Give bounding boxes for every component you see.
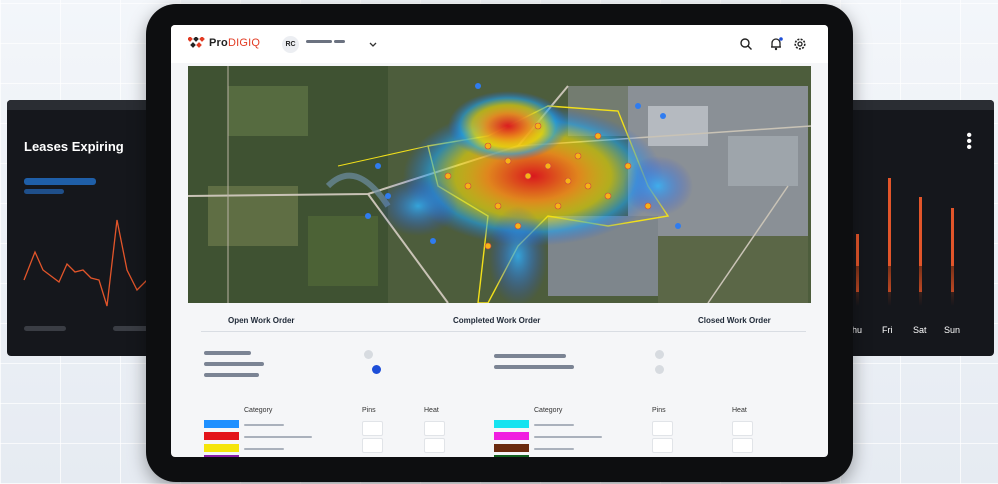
color-swatch: [494, 455, 529, 457]
logo-digiq: DIGIQ: [227, 37, 261, 49]
weekly-chart-card: • • • hu Fri Sat Sun: [830, 100, 994, 356]
heat-checkbox[interactable]: [732, 421, 753, 436]
map-canvas: [188, 66, 811, 303]
color-swatch: [494, 432, 529, 440]
logo[interactable]: ProDIGIQ: [188, 37, 260, 49]
leases-expiring-card: Leases Expiring: [7, 100, 167, 356]
bell-icon[interactable]: [769, 37, 783, 51]
heat-header: Heat: [732, 407, 747, 414]
app-screen: ProDIGIQ RC Open Work Order Completed Wo…: [171, 25, 828, 457]
skeleton-bar: [24, 326, 66, 331]
pins-checkbox[interactable]: [652, 421, 673, 436]
user-name-skeleton: [306, 40, 332, 43]
radio-button[interactable]: [655, 350, 664, 359]
color-swatch: [494, 420, 529, 428]
filter-skeleton: [494, 354, 566, 358]
skeleton-bar: [24, 189, 64, 194]
color-swatch: [204, 432, 239, 440]
color-swatch: [204, 444, 239, 452]
filter-skeleton: [204, 362, 264, 366]
chevron-down-icon[interactable]: [369, 41, 377, 49]
day-label: hu: [852, 325, 863, 335]
heat-checkbox[interactable]: [424, 421, 445, 436]
tab-closed-work-order[interactable]: Closed Work Order: [698, 316, 771, 325]
divider: [201, 331, 806, 332]
chart-bar-reflection: [856, 266, 859, 306]
pins-checkbox[interactable]: [362, 438, 383, 453]
card-title-bar: [7, 100, 167, 110]
pins-header: Pins: [652, 407, 666, 414]
row-skeleton: [534, 424, 574, 426]
color-swatch: [494, 444, 529, 452]
filter-skeleton: [204, 373, 259, 377]
gear-icon[interactable]: [793, 37, 807, 51]
chart-bar-reflection: [919, 266, 922, 306]
day-label: Sun: [944, 325, 961, 335]
card-title: Leases Expiring: [24, 139, 124, 154]
heat-checkbox[interactable]: [732, 438, 753, 453]
user-name-skeleton: [334, 40, 345, 43]
tab-open-work-order[interactable]: Open Work Order: [228, 316, 295, 325]
kebab-icon[interactable]: • • •: [966, 128, 972, 156]
chart-bar-reflection: [888, 266, 891, 306]
heat-checkbox[interactable]: [424, 438, 445, 453]
category-header: Category: [534, 407, 563, 414]
search-icon[interactable]: [739, 37, 753, 51]
day-label: Fri: [882, 325, 893, 335]
row-skeleton: [244, 436, 312, 438]
radio-button[interactable]: [655, 365, 664, 374]
day-label: Sat: [913, 325, 927, 335]
color-swatch: [204, 420, 239, 428]
color-swatch: [204, 455, 239, 457]
pins-checkbox[interactable]: [362, 421, 383, 436]
row-skeleton: [534, 436, 602, 438]
top-bar: ProDIGIQ RC: [171, 25, 828, 63]
heat-header: Heat: [424, 407, 439, 414]
pins-checkbox[interactable]: [652, 438, 673, 453]
filter-skeleton: [204, 351, 251, 355]
category-header: Category: [244, 407, 273, 414]
logo-text: ProDIGIQ: [209, 37, 260, 49]
pins-header: Pins: [362, 407, 376, 414]
tablet-frame: ProDIGIQ RC Open Work Order Completed Wo…: [146, 4, 853, 482]
chart-bar-reflection: [951, 266, 954, 306]
card-title-bar: [830, 100, 994, 110]
tab-completed-work-order[interactable]: Completed Work Order: [453, 316, 540, 325]
avatar[interactable]: RC: [282, 36, 299, 53]
logo-mark-icon: [188, 37, 205, 48]
radio-button-selected[interactable]: [372, 365, 381, 374]
radio-button[interactable]: [364, 350, 373, 359]
skeleton-bar: [24, 178, 96, 185]
row-skeleton: [534, 448, 574, 450]
heatmap-map[interactable]: [188, 66, 811, 303]
row-skeleton: [244, 424, 284, 426]
row-skeleton: [244, 448, 284, 450]
leases-sparkline: [23, 219, 158, 307]
logo-pro: Pro: [209, 37, 228, 49]
filter-skeleton: [494, 365, 574, 369]
